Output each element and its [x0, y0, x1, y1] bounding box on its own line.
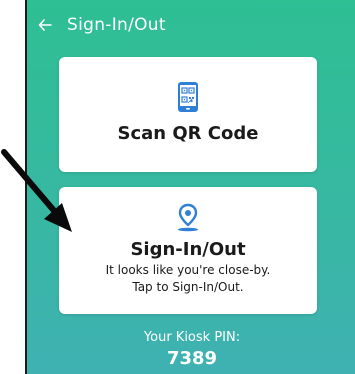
scan-qr-label: Scan QR Code: [117, 123, 259, 144]
app-screen: Sign-In/Out Scan QR Code Sign-In/Out It …: [25, 0, 355, 374]
kiosk-pin-value: 7389: [166, 348, 218, 369]
back-button[interactable]: [33, 13, 57, 37]
top-bar: Sign-In/Out: [27, 0, 355, 50]
phone-qr-icon: [178, 82, 198, 112]
sign-in-out-card[interactable]: Sign-In/Out It looks like you're close-b…: [59, 187, 317, 314]
proximity-message: It looks like you're close-by.: [105, 263, 271, 277]
arrow-left-icon: [38, 19, 52, 31]
kiosk-pin-label: Your Kiosk PIN:: [143, 330, 241, 345]
tap-instruction: Tap to Sign-In/Out.: [132, 280, 244, 294]
scan-qr-card[interactable]: Scan QR Code: [59, 57, 317, 172]
sign-in-out-label: Sign-In/Out: [130, 239, 246, 260]
page-title: Sign-In/Out: [67, 15, 166, 35]
location-pin-icon: [178, 203, 198, 232]
